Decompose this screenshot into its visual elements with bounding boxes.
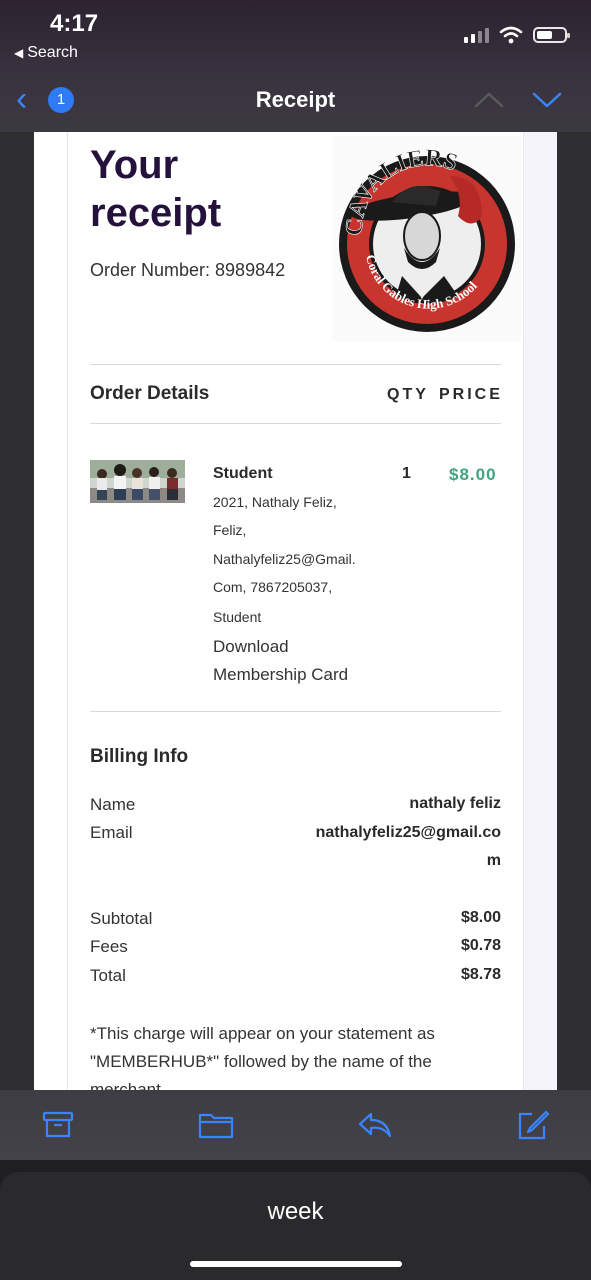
home-indicator[interactable]	[190, 1261, 402, 1267]
name-value: nathaly feliz	[409, 795, 501, 812]
back-app-label: Search	[27, 44, 78, 61]
order-number: Order Number: 8989842	[90, 260, 286, 280]
subtotal-label: Subtotal	[90, 909, 153, 928]
wifi-icon	[499, 26, 523, 44]
item-detail-line: Feliz,	[213, 522, 247, 538]
battery-icon	[533, 27, 570, 43]
bottom-sheet-text[interactable]: week	[0, 1198, 591, 1226]
item-detail-line: Nathalyfeliz25@Gmail.	[213, 551, 356, 567]
cellular-signal-icon	[464, 27, 489, 43]
top-bar: 4:17 ◀ Search ‹ 1 Receipt	[0, 0, 591, 132]
sheet-margin	[523, 132, 557, 1090]
item-detail-line: Com, 7867205037,	[213, 579, 333, 595]
receipt-title: Your receipt	[90, 143, 222, 235]
back-triangle-icon: ◀	[14, 46, 24, 60]
email-body[interactable]: Your receipt Order Number: 8989842 CAVAL…	[0, 132, 591, 1090]
billing-info-title: Billing Info	[90, 746, 189, 767]
order-details-title: Order Details	[90, 383, 210, 404]
item-thumbnail-photo	[90, 460, 185, 503]
item-qty: 1	[402, 465, 411, 482]
folder-icon[interactable]	[198, 1110, 234, 1140]
fees-value: $0.78	[460, 937, 501, 954]
qty-header: QTY	[387, 386, 429, 403]
divider	[90, 711, 501, 712]
subtotal-value: $8.00	[460, 909, 501, 926]
total-value: $8.78	[460, 966, 501, 983]
next-message-chevron-down-icon[interactable]	[532, 90, 562, 108]
divider	[90, 364, 501, 365]
reply-icon[interactable]	[357, 1110, 393, 1140]
school-logo: CAVALIERS Coral Gables High School	[332, 136, 522, 342]
previous-message-chevron-up-icon[interactable]	[474, 90, 504, 108]
name-label: Name	[90, 795, 136, 814]
back-to-search-button[interactable]: ◀ Search	[14, 44, 78, 62]
item-price: $8.00	[449, 465, 497, 484]
status-icons	[464, 26, 570, 44]
statement-note: *This charge will appear on your stateme…	[90, 1024, 435, 1090]
receipt-sheet: Your receipt Order Number: 8989842 CAVAL…	[34, 132, 557, 1090]
item-name: Student	[213, 465, 273, 482]
fees-label: Fees	[90, 937, 128, 956]
item-detail-line: Student	[213, 609, 262, 625]
status-time: 4:17	[50, 10, 99, 37]
email-value-line1[interactable]: nathalyfeliz25@gmail.co	[316, 824, 501, 842]
divider	[90, 423, 501, 424]
price-header: PRICE	[439, 386, 503, 403]
archive-icon[interactable]	[42, 1110, 74, 1140]
mail-toolbar	[0, 1090, 591, 1160]
email-value-line2[interactable]: m	[487, 852, 501, 870]
item-detail-line: 2021, Nathaly Feliz,	[213, 494, 337, 510]
email-label: Email	[90, 823, 133, 842]
compose-icon[interactable]	[516, 1110, 550, 1142]
total-label: Total	[90, 966, 126, 985]
